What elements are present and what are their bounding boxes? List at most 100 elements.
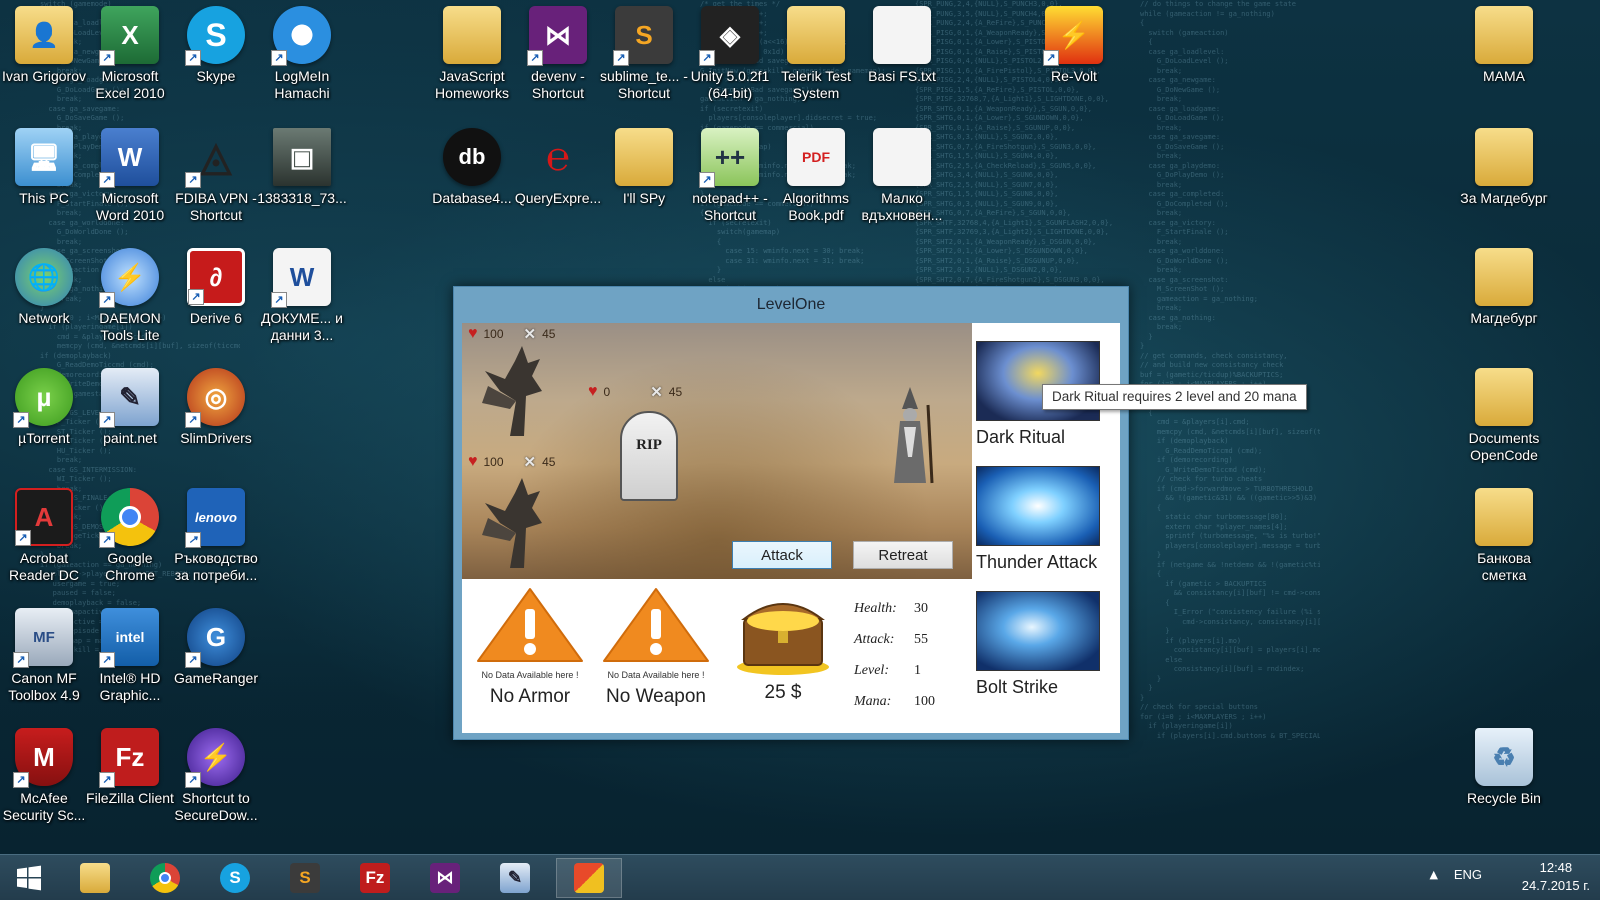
desktop-icon-word[interactable]: W Microsoft Word 2010 xyxy=(86,122,174,232)
query-express-icon: ℮ xyxy=(545,134,570,179)
desktop-icon-label: Ivan Grigorov xyxy=(1,68,87,84)
desktop-icon-label: Intel® HD Graphic... xyxy=(99,670,161,703)
taskbar-game-app[interactable] xyxy=(556,858,622,898)
desktop-icon-canon[interactable]: MF Canon MF Toolbox 4.9 xyxy=(0,602,88,712)
desktop-icon-intel-hd[interactable]: intel Intel® HD Graphic... xyxy=(86,602,174,712)
bolt-strike-icon xyxy=(976,591,1100,671)
desktop-icon-unity[interactable]: ◈ Unity 5.0.2f1 (64-bit) xyxy=(686,0,774,110)
desktop-icon-photo[interactable]: ▣ 1383318_73... xyxy=(257,122,347,232)
attack-button[interactable]: Attack xyxy=(732,541,832,569)
desktop-icon-telerik[interactable]: Telerik Test System xyxy=(772,0,860,110)
weapon-slot[interactable]: No Data Available here ! No Weapon xyxy=(598,585,714,708)
lightning-icon: ⚡ xyxy=(185,728,245,788)
desktop-icon-sublime[interactable]: S sublime_te... - Shortcut xyxy=(600,0,688,110)
desktop-icon-daemon-tools[interactable]: ⚡ DAEMON Tools Lite xyxy=(86,242,174,352)
desktop-icon-label: µTorrent xyxy=(18,430,70,446)
language-indicator[interactable]: ENG xyxy=(1454,867,1482,882)
folder-icon xyxy=(1475,488,1533,546)
desktop-icon-label: Acrobat Reader DC xyxy=(8,550,80,583)
desktop-icon-utorrent[interactable]: µ µTorrent xyxy=(0,362,88,472)
desktop-icon-fdiba-vpn[interactable]: ◬ FDIBA VPN - Shortcut xyxy=(172,122,260,232)
desktop-icon-label: Малко вдъхновен... xyxy=(861,190,943,223)
desktop-icon-derive[interactable]: ∂ Derive 6 xyxy=(172,242,260,352)
text-file-icon xyxy=(873,128,931,186)
retreat-button[interactable]: Retreat xyxy=(853,541,953,569)
file-explorer-icon xyxy=(80,863,110,893)
system-clock[interactable]: 12:48 24.7.2015 г. xyxy=(1522,859,1590,895)
desktop-icon-dokume[interactable]: W ДОКУМЕ... и данни 3... xyxy=(258,242,346,352)
desktop-icon-illspy[interactable]: I'll SPy xyxy=(600,122,688,232)
stat-level: Level: 1 xyxy=(854,662,921,678)
desktop-icon-recycle-bin[interactable]: ♻ Recycle Bin xyxy=(1460,722,1548,832)
desktop-icon-label: Telerik Test System xyxy=(781,68,851,101)
lenovo-icon: lenovo xyxy=(185,488,245,548)
folder-icon xyxy=(443,6,501,64)
desktop-icon-malko[interactable]: Малко вдъхновен... xyxy=(858,122,946,232)
desktop-icon-gameranger[interactable]: G GameRanger xyxy=(172,602,260,712)
spell-thunder-attack[interactable]: Thunder Attack xyxy=(976,466,1116,573)
desktop-icon-database[interactable]: db Database4... xyxy=(428,122,516,232)
warning-icon xyxy=(477,588,583,662)
hamachi-icon xyxy=(271,6,331,66)
taskbar-visual-studio[interactable]: ⋈ xyxy=(412,858,478,898)
desktop-icon-label: Microsoft Excel 2010 xyxy=(95,68,165,101)
enemy-health: 100 xyxy=(483,455,504,469)
desktop-icon-basi-fs[interactable]: Basi FS.txt xyxy=(858,0,946,110)
desktop-icon-this-pc[interactable]: 🖥 This PC xyxy=(0,122,88,232)
tray-overflow-icon[interactable]: ▲ xyxy=(1430,868,1438,881)
desktop-icon-mcafee[interactable]: M McAfee Security Sc... xyxy=(0,722,88,832)
desktop-icon-label: Google Chrome xyxy=(105,550,155,583)
desktop-icon-slimdrivers[interactable]: ◎ SlimDrivers xyxy=(172,362,260,472)
desktop-icon-label: ДОКУМЕ... и данни 3... xyxy=(261,310,343,343)
desktop-icon-mama[interactable]: MAMA xyxy=(1460,0,1548,110)
desktop-icon-lenovo-guide[interactable]: lenovo Ръководство за потреби... xyxy=(172,482,260,592)
desktop-icon-magdeburg[interactable]: Магдебург xyxy=(1460,242,1548,352)
heart-icon: ♥ xyxy=(468,453,478,470)
enemy-attack: 45 xyxy=(668,385,683,399)
desktop-icon-filezilla[interactable]: Fz FileZilla Client xyxy=(86,722,174,832)
armor-slot[interactable]: No Data Available here ! No Armor xyxy=(472,585,588,708)
intel-graphics-icon: intel xyxy=(99,608,159,668)
taskbar-chrome[interactable] xyxy=(132,858,198,898)
taskbar-file-explorer[interactable] xyxy=(62,858,128,898)
desktop-icon-devenv[interactable]: ⋈ devenv - Shortcut xyxy=(514,0,602,110)
taskbar-paint-net[interactable]: ✎ xyxy=(482,858,548,898)
desktop-icon-ivan-grigorov[interactable]: 👤 Ivan Grigorov xyxy=(0,0,88,110)
desktop-icon-algorithms-pdf[interactable]: PDF Algorithms Book.pdf xyxy=(772,122,860,232)
desktop-icon-za-magdeburg[interactable]: За Магдебург xyxy=(1460,122,1548,232)
desktop-icon-skype[interactable]: S Skype xyxy=(172,0,260,110)
desktop-icon-acrobat[interactable]: A Acrobat Reader DC xyxy=(0,482,88,592)
taskbar-sublime[interactable]: S xyxy=(272,858,338,898)
spell-bolt-strike[interactable]: Bolt Strike xyxy=(976,591,1116,698)
enemy-dragon-1[interactable] xyxy=(480,341,550,441)
desktop-icon-queryexpress[interactable]: ℮ QueryExpre... xyxy=(514,122,602,232)
enemy-2-stats: ♥ 0 ✕ 45 xyxy=(588,383,682,401)
desktop-icon-paint-net[interactable]: ✎ paint.net xyxy=(86,362,174,472)
enemy-health: 0 xyxy=(603,385,611,399)
taskbar-skype[interactable]: S xyxy=(202,858,268,898)
enemy-dragon-2[interactable] xyxy=(480,473,550,573)
desktop-icon-revolt[interactable]: ⚡ Re-Volt xyxy=(1030,0,1118,110)
derive-icon: ∂ xyxy=(187,248,245,306)
desktop-icon-securedownload[interactable]: ⚡ Shortcut to SecureDow... xyxy=(172,722,260,832)
desktop-icon-label: Ръководство за потреби... xyxy=(174,550,258,583)
rip-text: RIP xyxy=(636,437,662,453)
desktop-icon-bankova-smetka[interactable]: Банкова сметка xyxy=(1460,482,1548,592)
desktop-icon-label: GameRanger xyxy=(173,670,259,686)
desktop-icon-chrome[interactable]: Google Chrome xyxy=(86,482,174,592)
clock-time: 12:48 xyxy=(1539,860,1573,875)
clock-date: 24.7.2015 г. xyxy=(1521,878,1590,893)
desktop-icon-documents-opencode[interactable]: Documents OpenCode xyxy=(1460,362,1548,472)
paint-net-icon: ✎ xyxy=(99,368,159,428)
start-button[interactable] xyxy=(0,858,58,898)
desktop-icon-notepadpp[interactable]: ++ notepad++ - Shortcut xyxy=(686,122,774,232)
desktop-icon-js-homeworks[interactable]: JavaScript Homeworks xyxy=(428,0,516,110)
folder-icon xyxy=(1475,368,1533,426)
desktop-icon-hamachi[interactable]: LogMeIn Hamachi xyxy=(258,0,346,110)
desktop-icon-label: Canon MF Toolbox 4.9 xyxy=(8,670,80,703)
desktop-icon-label: notepad++ - Shortcut xyxy=(692,190,768,223)
desktop-icon-network[interactable]: 🌐 Network xyxy=(0,242,88,352)
desktop-icon-excel[interactable]: X Microsoft Excel 2010 xyxy=(86,0,174,110)
taskbar-filezilla[interactable]: Fz xyxy=(342,858,408,898)
enemy-health: 100 xyxy=(483,327,504,341)
